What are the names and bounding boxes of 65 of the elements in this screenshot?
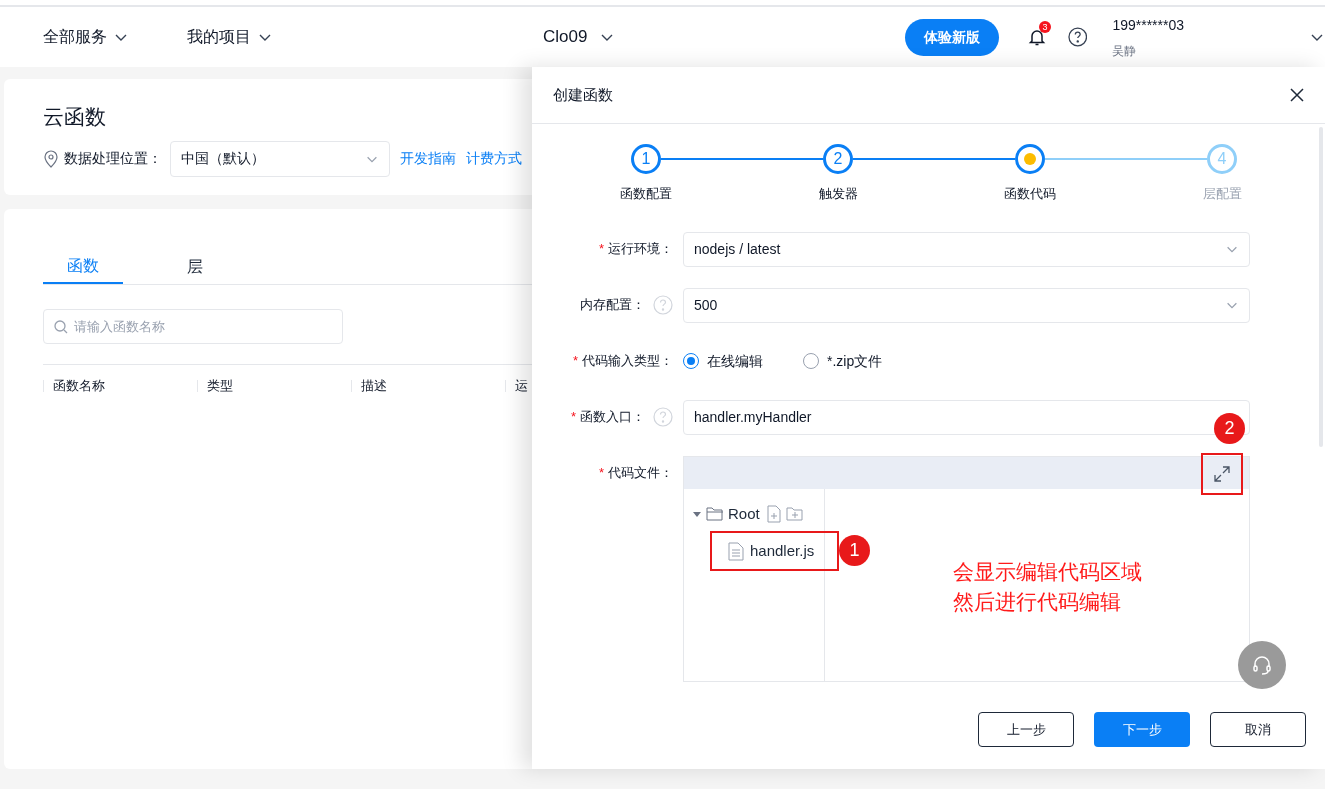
required-mark: * [598,463,604,482]
location-pin-icon [43,149,59,168]
drawer-title: 创建函数 [553,84,613,105]
radio-option[interactable]: 在线编辑 [683,350,763,372]
step-button[interactable]: 取消 [1210,712,1306,747]
help-icon[interactable] [1067,27,1088,47]
field-label: 函数入口： [580,408,645,427]
field-label: 运行环境： [608,240,673,259]
select-field[interactable]: nodejs / latest [683,231,1250,267]
search-icon [54,319,68,334]
expand-button[interactable] [1201,452,1243,495]
location-label: 数据处理位置： [64,149,162,168]
search-field[interactable]: 请输入函数名称 [43,309,343,344]
doc-link[interactable]: 计费方式 [466,148,522,169]
user-name: 吴静 [1112,42,1138,60]
select-value: 中国（默认） [181,149,265,168]
project-selector[interactable]: Clo09 [543,24,616,50]
select-value: 500 [694,295,718,315]
nav-menu[interactable]: 全部服务 [43,25,129,49]
column-header: 运 [515,377,528,395]
radio-label: 在线编辑 [707,351,763,371]
field-label: 代码文件： [608,463,673,482]
location-select[interactable]: 中国（默认） [170,140,390,177]
annotation-marker: 2 [1214,412,1245,444]
select-field[interactable]: 500 [683,287,1250,323]
search-input[interactable]: 请输入函数名称 [74,316,314,337]
support-button[interactable] [1238,641,1286,689]
field-label: 代码输入类型： [582,352,673,371]
required-mark: * [570,408,576,427]
nav-menu[interactable]: 我的项目 [187,25,273,49]
step-button[interactable]: 上一步 [978,712,1074,747]
new-folder-icon[interactable] [785,505,804,522]
field-label: 内存配置： [580,296,645,315]
try-new-version-button[interactable]: 体验新版 [905,18,999,56]
step-label: 触发器 [818,185,858,203]
tab[interactable]: 函数 [43,249,123,284]
radio-option[interactable]: *.zip文件 [803,350,883,372]
file-icon [728,541,744,561]
expand-icon [1213,464,1231,483]
radio-label: *.zip文件 [827,351,883,371]
annotation-text: 会显示编辑代码区域 [953,558,1143,585]
tree-folder-label[interactable]: Root [728,502,760,525]
required-mark: * [572,352,578,371]
annotation-text: 然后进行代码编辑 [953,588,1122,615]
new-file-icon[interactable] [765,504,782,523]
required-mark: * [598,240,604,259]
column-header: 描述 [361,377,387,395]
tab[interactable]: 层 [155,249,235,284]
step-label: 层配置 [1202,185,1242,203]
doc-link[interactable]: 开发指南 [400,148,456,169]
page-title: 云函数 [43,104,107,130]
next-step-button[interactable]: 下一步 [1094,712,1190,747]
column-header: 函数名称 [53,377,105,395]
column-header: 类型 [207,377,233,395]
headset-icon [1251,654,1273,676]
user-phone: 199******03 [1112,15,1184,35]
select-value: nodejs / latest [694,239,781,259]
close-icon[interactable] [1290,88,1304,102]
tree-file-item[interactable]: handler.js [710,531,839,571]
file-label: handler.js [750,540,815,561]
notification-badge: 3 [1038,21,1051,33]
folder-icon [706,505,724,522]
step-label: 函数配置 [620,185,672,203]
annotation-marker: 1 [839,535,870,566]
step-label: 函数代码 [1004,185,1056,203]
